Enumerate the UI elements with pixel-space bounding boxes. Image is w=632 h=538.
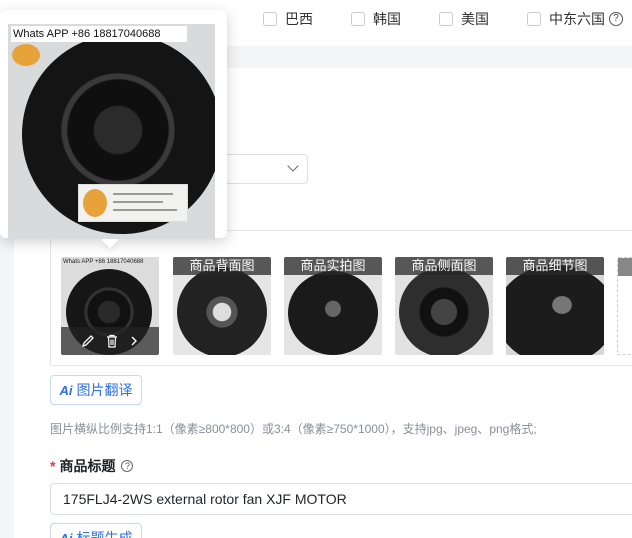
image-translate-button[interactable]: Ai 图片翻译: [50, 375, 142, 405]
image-upload-strip: Whats APP +86 18817040688 商品背面图 商品实拍图 商品…: [50, 230, 632, 366]
checkbox-box[interactable]: [351, 12, 365, 26]
checkbox-box[interactable]: [527, 12, 541, 26]
image-thumb-real[interactable]: 商品实拍图: [284, 257, 382, 355]
preview-image: Whats APP +86 18817040688: [8, 24, 215, 239]
chevron-right-icon[interactable]: [129, 334, 139, 348]
image-thumb-side[interactable]: 商品侧面图: [395, 257, 493, 355]
edit-icon[interactable]: [81, 334, 95, 348]
thumb-label: 商品实拍图: [284, 257, 382, 275]
add-image-slot[interactable]: [617, 257, 632, 355]
label-sticker: [78, 184, 188, 222]
question-circle-icon[interactable]: ?: [609, 12, 623, 26]
thumb-label: 商品侧面图: [395, 257, 493, 275]
country-checkbox-middle-east[interactable]: 中东六国 ?: [527, 9, 623, 29]
thumb-watermark: Whats APP +86 18817040688: [63, 259, 144, 265]
question-circle-icon[interactable]: ?: [121, 460, 134, 472]
category-select[interactable]: [218, 154, 308, 184]
country-checkbox-brazil[interactable]: 巴西: [263, 9, 313, 29]
fan-image: [288, 271, 378, 355]
image-preview-popover: Whats APP +86 18817040688: [0, 10, 227, 249]
product-title-input[interactable]: 175FLJ4-2WS external rotor fan XJF MOTOR: [50, 483, 632, 515]
fan-image: [399, 267, 489, 355]
image-thumb-main[interactable]: Whats APP +86 18817040688: [61, 257, 159, 355]
fan-image: [177, 267, 267, 355]
country-checkbox-usa[interactable]: 美国: [439, 9, 489, 29]
checkbox-box[interactable]: [439, 12, 453, 26]
product-title-label: * 商品标题 ?: [50, 456, 134, 476]
image-thumb-back[interactable]: 商品背面图: [173, 257, 271, 355]
image-format-hint: 图片横纵比例支持1:1（像素≥800*800）或3:4（像素≥750*1000）…: [50, 422, 537, 436]
title-generate-label: 标题生成: [76, 530, 133, 538]
image-thumb-detail[interactable]: 商品细节图: [506, 257, 604, 355]
country-label: 韩国: [373, 11, 401, 27]
ai-icon: Ai: [59, 530, 73, 538]
image-translate-label: 图片翻译: [76, 382, 133, 398]
thumb-actions: [61, 327, 159, 355]
country-label: 巴西: [285, 11, 313, 27]
chevron-down-icon: [287, 160, 299, 172]
logo-image: [83, 189, 107, 217]
ai-icon: Ai: [59, 382, 73, 398]
title-generate-button[interactable]: Ai 标题生成: [50, 523, 142, 538]
logo-image: [12, 44, 40, 66]
preview-watermark: Whats APP +86 18817040688: [11, 26, 187, 42]
thumb-label: 商品背面图: [173, 257, 271, 275]
sticker-line: [113, 201, 163, 203]
product-title-label-text: 商品标题: [59, 458, 116, 474]
required-mark: *: [50, 458, 56, 474]
country-label: 中东六国: [549, 11, 605, 27]
country-label: 美国: [461, 11, 489, 27]
page: 巴西 韩国 美国 中东六国 ? Whats APP +86 1881704068…: [0, 0, 632, 538]
country-checkbox-korea[interactable]: 韩国: [351, 9, 401, 29]
sticker-line: [113, 193, 173, 195]
sticker-line: [113, 209, 177, 211]
slot-tab: [618, 258, 632, 276]
trash-icon[interactable]: [105, 334, 119, 348]
fan-image: [506, 265, 604, 355]
thumb-label: 商品细节图: [506, 257, 604, 275]
checkbox-box[interactable]: [263, 12, 277, 26]
